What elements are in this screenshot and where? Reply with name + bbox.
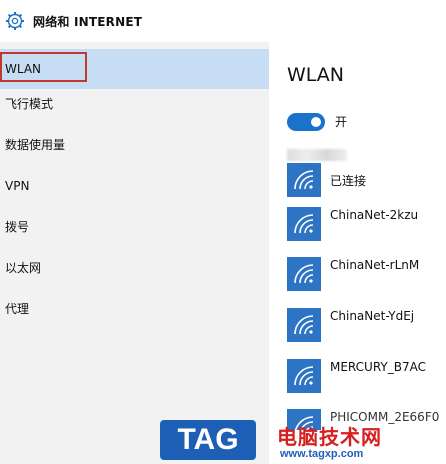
watermark-title: 电脑技术网 [277, 425, 382, 449]
sidebar-item-ethernet[interactable]: 以太网 [0, 248, 269, 288]
tag-logo: TAG [160, 420, 256, 460]
title-bar: 网络和 INTERNET [0, 0, 446, 42]
watermark-url: www.tagxp.com [280, 448, 364, 460]
sidebar-item-airplane-mode[interactable]: 飞行模式 [0, 84, 269, 124]
toggle-knob [311, 117, 321, 127]
network-item-connected[interactable]: 已连接 [287, 163, 446, 197]
network-item[interactable]: MERCURY_B7AC [287, 359, 446, 393]
network-item[interactable]: ChinaNet-rLnM [287, 257, 446, 291]
wlan-toggle[interactable] [287, 113, 325, 131]
wifi-icon [287, 257, 321, 291]
annotation-highlight-box [0, 52, 87, 82]
wifi-icon [287, 207, 321, 241]
network-name: ChinaNet-YdEj [330, 309, 415, 323]
wifi-icon [287, 163, 321, 197]
sidebar-item-proxy[interactable]: 代理 [0, 289, 269, 329]
wifi-icon [287, 359, 321, 393]
wifi-icon [287, 308, 321, 342]
network-item[interactable]: ChinaNet-YdEj [287, 308, 446, 342]
sidebar-item-dialup[interactable]: 拨号 [0, 207, 269, 247]
network-item[interactable]: ChinaNet-2kzu [287, 207, 446, 241]
watermark: TAG 电脑技术网 www.tagxp.com [160, 420, 446, 464]
sidebar-item-vpn[interactable]: VPN [0, 166, 269, 206]
page-title: 网络和 INTERNET [33, 15, 143, 29]
gear-icon[interactable] [5, 11, 25, 31]
toggle-label: 开 [335, 115, 348, 129]
sidebar-item-data-usage[interactable]: 数据使用量 [0, 125, 269, 165]
network-name: ChinaNet-2kzu [330, 208, 419, 222]
network-name: 已连接 [330, 174, 367, 188]
main-panel: WLAN 开 已连接 ChinaNet-2kzu ChinaNet-rLnM C… [269, 42, 446, 464]
sidebar: WLAN 飞行模式 数据使用量 VPN 拨号 以太网 代理 [0, 42, 269, 464]
section-title: WLAN [287, 64, 345, 86]
network-name: MERCURY_B7AC [330, 360, 426, 374]
blurred-network-name [287, 149, 347, 161]
network-name: ChinaNet-rLnM [330, 258, 420, 272]
